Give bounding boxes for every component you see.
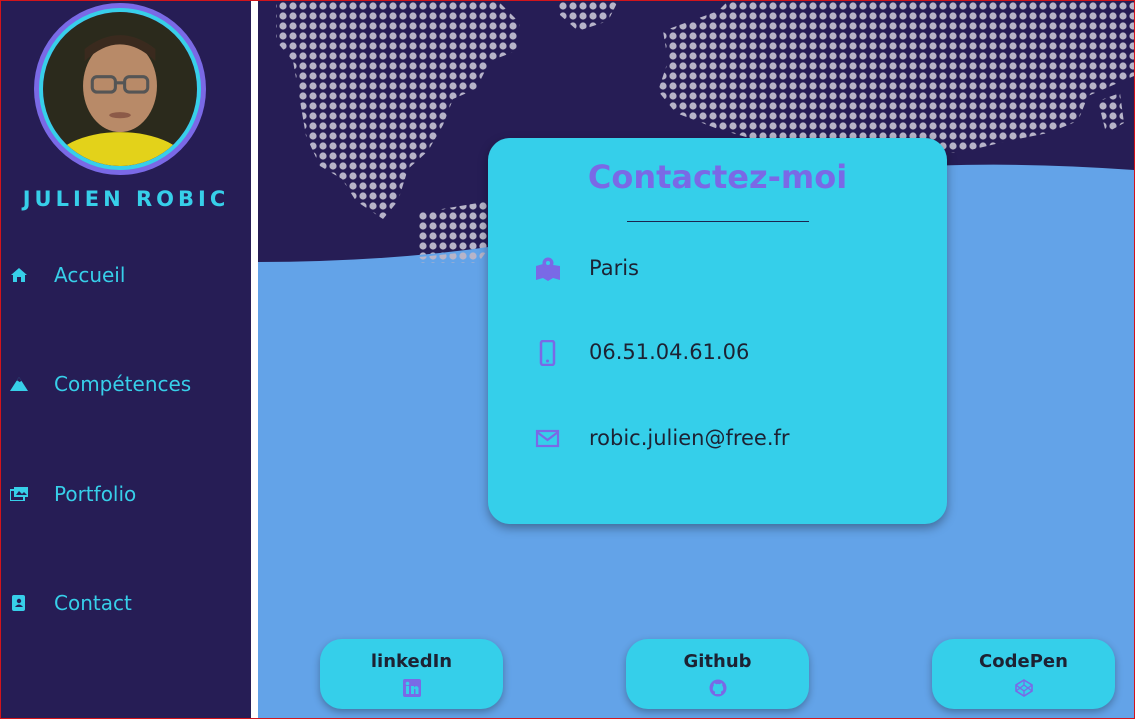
email-link[interactable]: robic.julien@free.fr	[589, 426, 790, 450]
social-label: linkedIn	[370, 651, 453, 672]
location-text: Paris	[589, 256, 639, 280]
avatar	[34, 3, 206, 175]
map-icon	[535, 256, 561, 282]
home-icon	[10, 266, 28, 284]
contact-title: Contactez-moi	[587, 158, 848, 196]
mountain-icon	[10, 375, 28, 393]
sidebar-item-label: Compétences	[54, 372, 192, 396]
linkedin-icon	[403, 679, 421, 697]
address-book-icon	[10, 594, 28, 612]
profile-name: JULIEN ROBIC	[22, 187, 230, 211]
images-icon	[10, 485, 28, 503]
sidebar-item-contact[interactable]: Contact	[1, 583, 251, 623]
title-divider	[627, 221, 809, 222]
contact-card: Contactez-moi Paris 06.51.04.61.06 robic…	[488, 138, 947, 524]
sidebar: JULIEN ROBIC Accueil Compétences Portfol…	[1, 1, 251, 718]
sidebar-divider	[251, 1, 258, 718]
sidebar-item-competences[interactable]: Compétences	[1, 364, 251, 404]
profile-photo	[43, 12, 197, 166]
sidebar-item-label: Accueil	[54, 263, 126, 287]
github-icon	[709, 679, 727, 697]
main-content: Contactez-moi Paris 06.51.04.61.06 robic…	[258, 1, 1134, 718]
codepen-button[interactable]: CodePen	[932, 639, 1115, 709]
github-button[interactable]: Github	[626, 639, 809, 709]
social-label: CodePen	[979, 651, 1068, 672]
mobile-phone-icon	[535, 339, 561, 367]
linkedin-button[interactable]: linkedIn	[320, 639, 503, 709]
phone-text[interactable]: 06.51.04.61.06	[589, 340, 749, 364]
contact-row-location: Paris	[488, 248, 947, 288]
social-label: Github	[683, 651, 752, 672]
codepen-icon	[1015, 679, 1033, 697]
sidebar-item-label: Contact	[54, 591, 132, 615]
app-frame: JULIEN ROBIC Accueil Compétences Portfol…	[0, 0, 1135, 719]
sidebar-item-label: Portfolio	[54, 482, 137, 506]
contact-row-email: robic.julien@free.fr	[488, 418, 947, 458]
contact-row-phone: 06.51.04.61.06	[488, 332, 947, 372]
sidebar-item-accueil[interactable]: Accueil	[1, 255, 251, 295]
envelope-icon	[535, 426, 561, 452]
sidebar-item-portfolio[interactable]: Portfolio	[1, 474, 251, 514]
